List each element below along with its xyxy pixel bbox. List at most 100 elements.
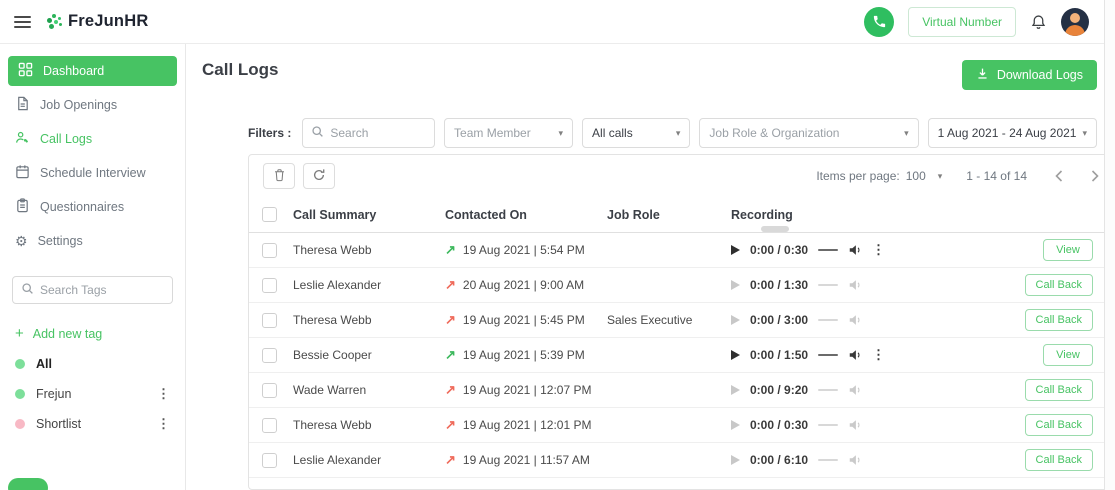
row-checkbox[interactable] <box>262 278 277 293</box>
sidebar-item-label: Call Logs <box>40 132 92 146</box>
notifications-bell-icon[interactable] <box>1030 13 1047 31</box>
tag-menu-icon[interactable]: ⋮ <box>157 416 170 432</box>
tag-item-shortlist[interactable]: Shortlist ⋮ <box>0 409 185 439</box>
user-avatar[interactable] <box>1061 8 1089 36</box>
volume-slider[interactable] <box>818 284 838 286</box>
contacted-on-text: 19 Aug 2021 | 12:07 PM <box>463 383 592 397</box>
sidebar-item-dashboard[interactable]: Dashboard <box>8 56 177 86</box>
brand: FreJunHR <box>68 12 148 31</box>
download-logs-label: Download Logs <box>997 68 1083 82</box>
speaker-icon[interactable] <box>848 383 862 397</box>
menu-icon[interactable] <box>14 16 31 28</box>
previous-page-icon[interactable] <box>1055 170 1063 182</box>
chat-widget[interactable] <box>8 478 48 490</box>
play-icon[interactable] <box>731 455 740 465</box>
sidebar-item-call-logs[interactable]: Call Logs <box>0 122 185 156</box>
tag-item-all[interactable]: All ⋮ <box>0 349 185 379</box>
row-action-button[interactable]: Call Back <box>1025 414 1093 436</box>
play-icon[interactable] <box>731 350 740 360</box>
volume-slider[interactable] <box>818 459 838 461</box>
sidebar-item-label: Dashboard <box>43 64 104 78</box>
row-checkbox[interactable] <box>262 243 277 258</box>
play-icon[interactable] <box>731 245 740 255</box>
play-icon[interactable] <box>731 315 740 325</box>
page-scrollbar[interactable] <box>1104 0 1115 490</box>
speaker-icon[interactable] <box>848 243 862 257</box>
play-icon[interactable] <box>731 280 740 290</box>
row-action-button[interactable]: View <box>1043 344 1093 366</box>
speaker-icon[interactable] <box>848 278 862 292</box>
date-range-picker[interactable]: 1 Aug 2021 - 24 Aug 2021 ▾ <box>928 118 1097 148</box>
row-action-button[interactable]: Call Back <box>1025 449 1093 471</box>
trash-icon <box>273 168 286 185</box>
volume-slider[interactable] <box>818 249 838 251</box>
table-row: Bessie Cooper ↗19 Aug 2021 | 5:39 PM 0:0… <box>249 338 1113 373</box>
virtual-number-button[interactable]: Virtual Number <box>908 7 1016 37</box>
tag-item-frejun[interactable]: Frejun ⋮ <box>0 379 185 409</box>
search-tags-input[interactable] <box>40 283 164 297</box>
row-action-button[interactable]: View <box>1043 239 1093 261</box>
speaker-icon[interactable] <box>848 418 862 432</box>
search-input[interactable] <box>330 126 426 140</box>
select-all-checkbox[interactable] <box>262 207 277 222</box>
chevron-down-icon: ▾ <box>559 128 564 139</box>
topbar: FreJunHR Virtual Number <box>0 0 1115 44</box>
phone-call-icon[interactable] <box>864 7 894 37</box>
row-checkbox[interactable] <box>262 313 277 328</box>
recording-time: 0:00 / 6:10 <box>750 453 808 467</box>
recording-time: 0:00 / 0:30 <box>750 418 808 432</box>
topbar-actions: Virtual Number <box>864 7 1089 37</box>
search-field[interactable] <box>302 118 435 148</box>
add-new-tag-button[interactable]: + Add new tag <box>15 326 170 341</box>
col-header-contacted-on: Contacted On <box>445 208 607 222</box>
job-role-select[interactable]: Job Role & Organization ▾ <box>699 118 918 148</box>
date-range-value: 1 Aug 2021 - 24 Aug 2021 <box>938 126 1077 140</box>
call-type-select[interactable]: All calls ▾ <box>582 118 690 148</box>
player-menu-icon[interactable]: ⋮ <box>872 242 885 258</box>
col-header-call-summary: Call Summary <box>293 208 445 222</box>
play-icon[interactable] <box>731 385 740 395</box>
speaker-icon[interactable] <box>848 313 862 327</box>
sidebar-item-job-openings[interactable]: Job Openings <box>0 88 185 122</box>
contacted-on-text: 19 Aug 2021 | 5:54 PM <box>463 243 585 257</box>
volume-slider[interactable] <box>818 389 838 391</box>
delete-button[interactable] <box>263 163 295 189</box>
tag-label: Shortlist <box>36 417 81 431</box>
sidebar-item-schedule-interview[interactable]: Schedule Interview <box>0 156 185 190</box>
call-direction-icon: ↗ <box>445 242 456 258</box>
row-checkbox[interactable] <box>262 348 277 363</box>
job-role-placeholder: Job Role & Organization <box>709 126 839 140</box>
row-checkbox[interactable] <box>262 453 277 468</box>
team-member-select[interactable]: Team Member ▾ <box>444 118 573 148</box>
tag-menu-icon[interactable]: ⋮ <box>157 386 170 402</box>
refresh-button[interactable] <box>303 163 335 189</box>
play-icon[interactable] <box>731 420 740 430</box>
row-action-button[interactable]: Call Back <box>1025 274 1093 296</box>
tag-color-dot <box>15 389 25 399</box>
speaker-icon[interactable] <box>848 348 862 362</box>
filters-label: Filters : <box>248 126 291 140</box>
sidebar-item-questionnaires[interactable]: Questionnaires <box>0 190 185 224</box>
volume-slider[interactable] <box>818 424 838 426</box>
scrollbar-thumb[interactable] <box>761 226 789 232</box>
sidebar-item-settings[interactable]: ⚙ Settings <box>0 224 185 258</box>
chevron-down-icon: ▾ <box>676 128 681 139</box>
row-action-button[interactable]: Call Back <box>1025 309 1093 331</box>
team-member-placeholder: Team Member <box>454 126 531 140</box>
row-checkbox[interactable] <box>262 418 277 433</box>
search-tags-field[interactable] <box>12 276 173 304</box>
speaker-icon[interactable] <box>848 453 862 467</box>
audio-player: 0:00 / 1:30⋮ <box>731 278 1017 292</box>
contacted-on-text: 19 Aug 2021 | 12:01 PM <box>463 418 592 432</box>
table-row: Theresa Webb ↗19 Aug 2021 | 5:45 PM Sale… <box>249 303 1113 338</box>
items-per-page-select[interactable]: Items per page: 100 ▾ <box>816 169 942 183</box>
volume-slider[interactable] <box>818 354 838 356</box>
volume-slider[interactable] <box>818 319 838 321</box>
row-action-button[interactable]: Call Back <box>1025 379 1093 401</box>
row-checkbox[interactable] <box>262 383 277 398</box>
app-logo: FreJunHR <box>45 12 148 31</box>
next-page-icon[interactable] <box>1091 170 1099 182</box>
download-logs-button[interactable]: Download Logs <box>962 60 1097 90</box>
table-row: Wade Warren ↗19 Aug 2021 | 12:07 PM 0:00… <box>249 373 1113 408</box>
player-menu-icon[interactable]: ⋮ <box>872 347 885 363</box>
